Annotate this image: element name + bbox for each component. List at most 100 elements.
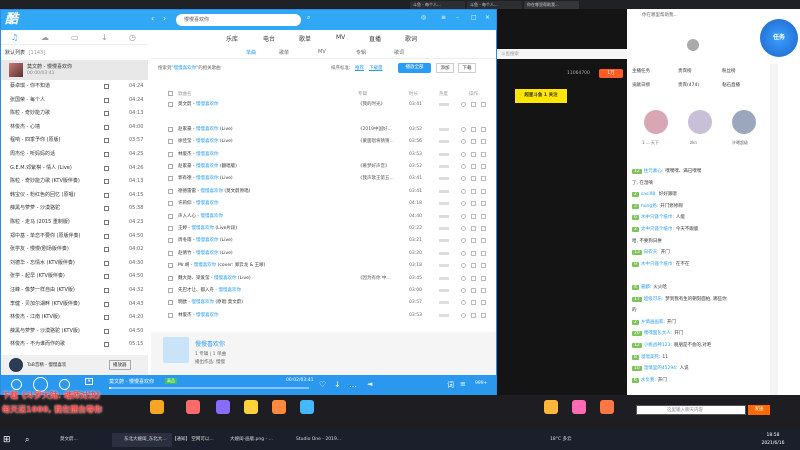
- row-checkbox[interactable]: [168, 275, 173, 281]
- menu-icon[interactable]: ≡: [441, 14, 446, 21]
- fans-tab-2[interactable]: 粉丝榜: [722, 68, 736, 74]
- row-album[interactable]: 《我声歌王第五...: [358, 173, 408, 184]
- fan-avatar[interactable]: [732, 110, 756, 134]
- add-icon[interactable]: [471, 201, 476, 207]
- gift-tab-0[interactable]: 贡献日榜: [632, 82, 650, 88]
- comment-icon[interactable]: …: [349, 380, 357, 389]
- chat-username[interactable]: 水负我:: [641, 378, 656, 383]
- singer-avatar[interactable]: [163, 337, 189, 363]
- playlist-icon[interactable]: ≡: [460, 380, 466, 388]
- sort-recommend[interactable]: 推荐: [355, 65, 364, 71]
- subtab-albums[interactable]: 专辑: [356, 49, 366, 56]
- result-row[interactable]: 林俊杰 - 慢慢喜欢你 03:53: [1, 310, 496, 321]
- tab-library[interactable]: 乐库: [226, 34, 238, 43]
- device-icon[interactable]: ▭: [71, 33, 80, 42]
- play-icon[interactable]: [461, 102, 466, 107]
- result-row[interactable]: 莫文蔚 - 慢慢喜欢你 《我的时光》 03:41: [1, 99, 496, 110]
- playlist-item[interactable]: 蔡卓琪 - 你不知道 04:24: [1, 81, 148, 92]
- play-icon[interactable]: [461, 288, 466, 293]
- chat-username[interactable]: 小桃战神123:: [644, 343, 672, 348]
- add-icon[interactable]: [471, 151, 476, 157]
- chat-username[interactable]: sasi98:: [641, 192, 657, 197]
- tab-lyrics[interactable]: 歌词: [405, 34, 417, 43]
- row-checkbox[interactable]: [168, 250, 173, 256]
- subtab-songs[interactable]: 单曲: [246, 49, 256, 56]
- download-icon[interactable]: [481, 176, 486, 182]
- download-icon[interactable]: [481, 188, 486, 194]
- row-checkbox[interactable]: [168, 288, 173, 293]
- row-title[interactable]: 林俊杰 - 慢慢喜欢你: [178, 310, 303, 321]
- add-icon[interactable]: [471, 312, 476, 318]
- chat-username[interactable]: 水中只骚个纸巾:: [641, 262, 674, 267]
- download-icon[interactable]: [481, 300, 486, 306]
- row-album[interactable]: 《2019中国好...: [358, 124, 408, 135]
- maximize-icon[interactable]: □: [471, 14, 477, 21]
- download-icon[interactable]: [481, 139, 486, 145]
- play-icon[interactable]: [461, 139, 466, 145]
- row-checkbox[interactable]: [168, 139, 173, 145]
- subtab-playlists[interactable]: 歌单: [279, 49, 289, 56]
- chat-scrollbar[interactable]: [770, 64, 778, 395]
- chat-username[interactable]: 嘿嘿面包大人:: [644, 331, 673, 336]
- result-row[interactable]: Mr.胡 - 慢慢喜欢你 (cover: 郑云龙 & 王晰) 03:18: [1, 260, 496, 271]
- browser-tab[interactable]: 斗鱼 - 每个人...: [467, 1, 522, 9]
- result-row[interactable]: 明欧 - 慢慢喜欢你 (原唱:莫文蔚) 03:57: [1, 297, 496, 308]
- playlist-item[interactable]: 林俊杰 - 不为谁而作的歌 05:15: [1, 339, 148, 350]
- minimize-icon[interactable]: –: [456, 14, 459, 21]
- row-checkbox[interactable]: [168, 263, 173, 269]
- player-search-input[interactable]: 慢慢喜欢你: [176, 14, 301, 26]
- row-title[interactable]: 徐佳莹 - 慢慢喜欢你 (Live): [178, 136, 303, 147]
- row-album[interactable]: 《因为有你 中...: [358, 273, 408, 284]
- chat-username[interactable]: 温情里的45294:: [644, 366, 678, 371]
- row-title[interactable]: 赵家豪 - 慢慢喜欢你 (Live): [178, 124, 303, 135]
- add-icon[interactable]: [471, 188, 476, 194]
- result-row[interactable]: 魏大勋、梁爱莹 - 慢慢喜欢你 (Live) 《因为有你 中... 03:45: [1, 273, 496, 284]
- follow-button[interactable]: 1万: [599, 69, 623, 78]
- result-row[interactable]: 赵倩竹 - 慢慢喜欢你 (Live) 03:20: [1, 248, 496, 259]
- download-button[interactable]: 下载: [458, 63, 476, 73]
- live-search-input[interactable]: 斗鱼搜索: [501, 51, 519, 57]
- row-title[interactable]: 林俊杰 - 慢慢喜欢你: [178, 149, 303, 160]
- download-icon[interactable]: ↓: [334, 380, 341, 389]
- row-album[interactable]: 《我的时光》: [358, 99, 408, 110]
- play-icon[interactable]: [461, 226, 466, 231]
- mv-icon[interactable]: [104, 84, 109, 89]
- row-checkbox[interactable]: [168, 151, 173, 157]
- tab-mv[interactable]: MV: [336, 34, 345, 41]
- add-icon[interactable]: [471, 176, 476, 182]
- row-checkbox[interactable]: [168, 164, 173, 169]
- download-icon[interactable]: [481, 213, 486, 219]
- cloud-icon[interactable]: ☁: [41, 33, 50, 42]
- add-icon[interactable]: [471, 213, 476, 219]
- download-icon[interactable]: [481, 275, 486, 281]
- player-mode-button[interactable]: 播放器: [109, 360, 131, 370]
- subtab-lyrics[interactable]: 歌词: [394, 49, 404, 56]
- result-row[interactable]: 王婷 - 慢慢喜欢你 (Live片段) 02:22: [1, 223, 496, 234]
- result-row[interactable]: 德德雷雷 - 慢慢喜欢你 (莫文蔚原唱) 03:41: [1, 186, 496, 197]
- play-icon[interactable]: [461, 263, 466, 269]
- gift-tab-1[interactable]: 贵宾(474): [678, 82, 699, 88]
- gift-icon[interactable]: [150, 400, 164, 414]
- play-icon[interactable]: [461, 250, 466, 256]
- task-badge[interactable]: 任务: [760, 19, 798, 57]
- gift-icon[interactable]: [244, 400, 258, 414]
- chat-username[interactable]: 乡情画画家:: [641, 320, 665, 325]
- add-icon[interactable]: [471, 139, 476, 145]
- result-row[interactable]: 周冬雨 - 慢慢喜欢你 (Live) 03:21: [1, 235, 496, 246]
- add-icon[interactable]: [471, 250, 476, 256]
- result-row[interactable]: 赵家豪 - 慢慢喜欢你 (Live) 《2019中国好... 03:52: [1, 124, 496, 135]
- result-row[interactable]: 林俊杰 - 慢慢喜欢你 03:53: [1, 149, 496, 160]
- download-icon[interactable]: [481, 201, 486, 207]
- back-arrow-icon[interactable]: ‹: [151, 14, 154, 23]
- download-icon[interactable]: [481, 250, 486, 256]
- taskbar-app[interactable]: 【通知】 空网可以...: [160, 433, 220, 447]
- tab-playlist[interactable]: 歌单: [299, 34, 311, 43]
- search-icon[interactable]: ⌕: [307, 14, 310, 22]
- row-title[interactable]: 明欧 - 慢慢喜欢你 (原唱:莫文蔚): [178, 297, 303, 308]
- gift-icon[interactable]: [544, 400, 558, 414]
- download-icon[interactable]: [481, 312, 486, 318]
- play-icon[interactable]: [461, 201, 466, 207]
- play-icon[interactable]: [461, 213, 466, 219]
- download-icon[interactable]: [481, 126, 486, 132]
- fan-avatar[interactable]: [688, 110, 712, 134]
